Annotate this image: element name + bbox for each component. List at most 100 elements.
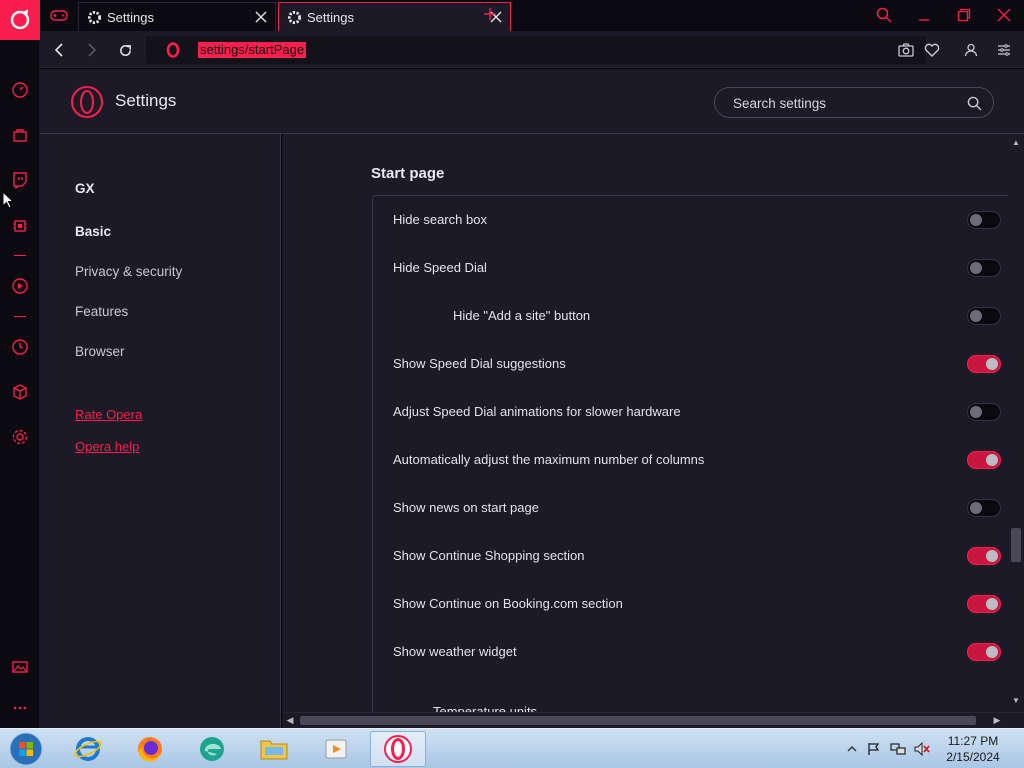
tab-label: Settings bbox=[107, 9, 154, 25]
scroll-up-arrow-icon[interactable]: ▲ bbox=[1011, 138, 1021, 148]
rate-opera-link[interactable]: Rate Opera bbox=[75, 407, 142, 422]
scroll-thumb[interactable] bbox=[300, 716, 976, 725]
cpu-limiter-icon[interactable] bbox=[10, 216, 30, 236]
restore-icon[interactable] bbox=[952, 4, 976, 26]
nav-item-browser[interactable]: Browser bbox=[75, 344, 125, 359]
setting-row-hide-add-site: Hide "Add a site" button bbox=[373, 292, 1008, 340]
setting-label: Show Continue Shopping section bbox=[393, 548, 585, 563]
forward-arrow-icon[interactable] bbox=[81, 39, 103, 61]
wallpaper-icon[interactable] bbox=[10, 657, 30, 677]
settings-header: Settings bbox=[40, 69, 1024, 134]
settings-nav: GX Basic Privacy & security Features Bro… bbox=[40, 134, 281, 728]
setting-label: Temperature units bbox=[433, 704, 538, 712]
camera-snapshot-icon[interactable] bbox=[896, 40, 916, 60]
more-dots-icon[interactable] bbox=[10, 698, 30, 718]
toggle-knob bbox=[986, 454, 998, 466]
settings-gear-icon[interactable] bbox=[10, 427, 30, 447]
volume-muted-icon[interactable] bbox=[914, 741, 930, 757]
url-text[interactable]: settings/startPage bbox=[198, 42, 307, 58]
setting-row-hide-speed-dial: Hide Speed Dial bbox=[373, 244, 1008, 292]
vertical-scrollbar[interactable]: ▲ ▼ bbox=[1008, 134, 1024, 712]
setting-label: Hide Speed Dial bbox=[393, 260, 487, 275]
setting-label: Show news on start page bbox=[393, 500, 539, 515]
toggle-knob bbox=[986, 550, 998, 562]
gear-icon bbox=[285, 8, 303, 26]
scroll-thumb[interactable] bbox=[1011, 528, 1021, 562]
url-box[interactable]: settings/startPage bbox=[146, 36, 926, 64]
toggle-switch[interactable] bbox=[967, 595, 1001, 613]
search-settings-box[interactable] bbox=[714, 87, 994, 118]
sidebar-divider bbox=[14, 316, 26, 317]
toggle-switch[interactable] bbox=[967, 355, 1001, 373]
chevron-up-icon[interactable] bbox=[844, 741, 860, 757]
horizontal-scrollbar[interactable]: ◀ ▶ bbox=[282, 712, 1024, 728]
setting-row-continue-booking: Show Continue on Booking.com section bbox=[373, 580, 1008, 628]
opera-help-link[interactable]: Opera help bbox=[75, 439, 139, 454]
toggle-switch[interactable] bbox=[967, 259, 1001, 277]
search-input[interactable] bbox=[733, 94, 953, 112]
opera-o-icon bbox=[164, 41, 182, 59]
setting-label: Hide "Add a site" button bbox=[453, 308, 591, 323]
gamepad-icon[interactable] bbox=[48, 6, 70, 24]
toggle-knob bbox=[986, 358, 998, 370]
setting-label: Show weather widget bbox=[393, 644, 517, 659]
clock-date: 2/15/2024 bbox=[946, 750, 1000, 764]
twitch-icon[interactable] bbox=[10, 170, 30, 190]
toggle-switch[interactable] bbox=[967, 451, 1001, 469]
tab-settings-1[interactable]: Settings bbox=[78, 2, 276, 31]
setting-row-continue-shopping: Show Continue Shopping section bbox=[373, 532, 1008, 580]
history-clock-icon[interactable] bbox=[10, 337, 30, 357]
scroll-down-arrow-icon[interactable]: ▼ bbox=[1011, 696, 1021, 706]
windows-start-icon[interactable] bbox=[4, 731, 48, 767]
opera-gx-logo-icon[interactable] bbox=[0, 0, 40, 40]
nav-item-gx[interactable]: GX bbox=[75, 181, 95, 196]
setting-label: Automatically adjust the maximum number … bbox=[393, 452, 705, 467]
tab-settings-2[interactable]: Settings bbox=[278, 2, 511, 31]
section-title: Start page bbox=[371, 165, 445, 182]
heart-bookmark-icon[interactable] bbox=[922, 40, 942, 60]
browser-window: Settings Settings settings/startPage Set… bbox=[0, 0, 1024, 768]
new-tab-plus-icon[interactable] bbox=[480, 4, 500, 24]
start-page-panel: Hide search box Hide Speed Dial Hide "Ad… bbox=[372, 195, 1008, 712]
setting-label: Show Continue on Booking.com section bbox=[393, 596, 623, 611]
network-icon[interactable] bbox=[890, 741, 906, 757]
reload-icon[interactable] bbox=[114, 39, 136, 61]
edge-icon[interactable] bbox=[184, 731, 240, 767]
toggle-switch[interactable] bbox=[967, 403, 1001, 421]
toggle-switch[interactable] bbox=[967, 643, 1001, 661]
toggle-switch[interactable] bbox=[967, 211, 1001, 229]
opera-gx-taskbar-icon[interactable] bbox=[370, 731, 426, 767]
player-icon[interactable] bbox=[10, 276, 30, 296]
toggle-switch[interactable] bbox=[967, 547, 1001, 565]
system-clock[interactable]: 11:27 PM 2/15/2024 bbox=[930, 733, 1016, 765]
close-window-icon[interactable] bbox=[992, 4, 1016, 26]
extensions-cube-icon[interactable] bbox=[10, 382, 30, 402]
search-icon[interactable] bbox=[965, 94, 983, 112]
toggle-knob bbox=[970, 502, 982, 514]
back-arrow-icon[interactable] bbox=[48, 39, 70, 61]
account-person-icon[interactable] bbox=[961, 40, 981, 60]
file-explorer-folder-icon[interactable] bbox=[246, 731, 302, 767]
nav-item-basic[interactable]: Basic bbox=[75, 224, 111, 239]
settings-content: Start page Hide search box Hide Speed Di… bbox=[282, 134, 1008, 712]
easy-setup-menu-icon[interactable] bbox=[994, 40, 1014, 60]
shopping-bag-icon[interactable] bbox=[10, 125, 30, 145]
nav-item-features[interactable]: Features bbox=[75, 304, 128, 319]
minimize-icon[interactable] bbox=[912, 4, 936, 26]
toggle-switch[interactable] bbox=[967, 499, 1001, 517]
close-icon[interactable] bbox=[253, 9, 269, 25]
scroll-right-arrow-icon[interactable]: ▶ bbox=[992, 715, 1002, 725]
media-player-icon[interactable] bbox=[308, 731, 364, 767]
action-center-flag-icon[interactable] bbox=[866, 741, 882, 757]
firefox-icon[interactable] bbox=[122, 731, 178, 767]
nav-item-privacy[interactable]: Privacy & security bbox=[75, 264, 182, 279]
setting-label: Hide search box bbox=[393, 212, 487, 227]
internet-explorer-icon[interactable] bbox=[60, 731, 116, 767]
toggle-knob bbox=[970, 214, 982, 226]
toggle-switch[interactable] bbox=[967, 307, 1001, 325]
search-tabs-icon[interactable] bbox=[872, 4, 896, 26]
setting-row-hide-search-box: Hide search box bbox=[373, 196, 1008, 244]
speedometer-icon[interactable] bbox=[10, 80, 30, 100]
setting-row-weather-widget: Show weather widget bbox=[373, 628, 1008, 676]
scroll-left-arrow-icon[interactable]: ◀ bbox=[285, 715, 295, 725]
